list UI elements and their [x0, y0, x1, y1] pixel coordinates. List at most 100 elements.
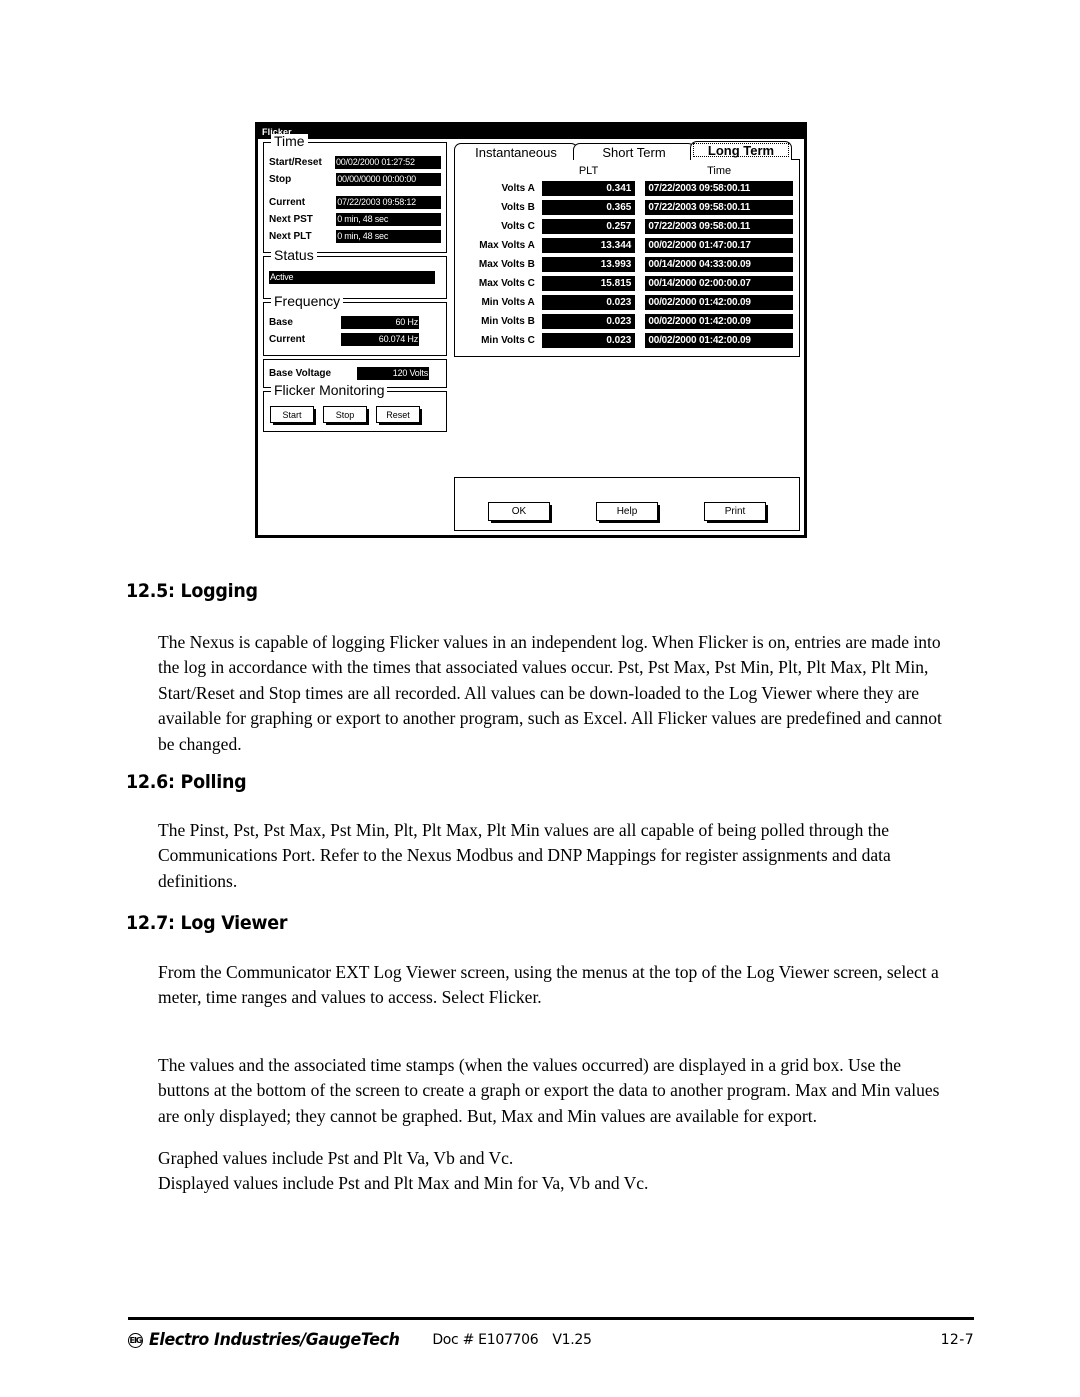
row-label: Volts A	[501, 183, 535, 194]
page-number: 12-7	[940, 1332, 974, 1348]
field-stop-time: Stop 00/00/0000 00:00:00	[269, 172, 441, 187]
row-time-value: 00/02/2000 01:47:00.17	[645, 238, 793, 253]
row-label: Min Volts B	[481, 316, 535, 327]
start-button[interactable]: Start	[270, 406, 316, 425]
next-pst-value: 0 min, 48 sec	[336, 213, 441, 226]
table-row: Volts C 0.257 07/22/2003 09:58:00.11	[461, 219, 793, 234]
time-group-legend: Time	[271, 134, 308, 148]
table-row: Min Volts C 0.023 00/02/2000 01:42:00.09	[461, 333, 793, 348]
base-voltage-value: 120 Volts	[357, 367, 429, 380]
tab-short-term[interactable]: Short Term	[573, 143, 695, 160]
frequency-group-legend: Frequency	[271, 294, 344, 308]
tab-instantaneous[interactable]: Instantaneous	[454, 143, 578, 160]
row-plt-value: 0.023	[541, 314, 636, 329]
base-voltage-label: Base Voltage	[269, 368, 332, 379]
field-base-frequency: Base 60 Hz	[269, 315, 441, 330]
document-version: V1.25	[552, 1332, 592, 1348]
field-next-pst: Next PST 0 min, 48 sec	[269, 212, 441, 227]
field-next-plt: Next PLT 0 min, 48 sec	[269, 229, 441, 244]
paragraph-polling: The Pinst, Pst, Pst Max, Pst Min, Plt, P…	[158, 820, 891, 891]
flicker-monitoring-legend: Flicker Monitoring	[271, 383, 388, 397]
heading-logging: 12.5: Logging	[126, 580, 258, 602]
eig-logo-icon: EIG	[128, 1332, 143, 1348]
grid-header-plt: PLT	[578, 165, 599, 177]
row-label: Max Volts B	[478, 259, 535, 270]
table-row: Max Volts B 13.993 00/14/2000 04:33:00.0…	[461, 257, 793, 272]
row-plt-value: 13.993	[541, 257, 636, 272]
field-current-frequency: Current 60.074 Hz	[269, 332, 441, 347]
ok-button[interactable]: OK	[488, 501, 552, 523]
heading-polling: 12.6: Polling	[126, 771, 247, 793]
row-plt-value: 15.815	[541, 276, 636, 291]
row-plt-value: 0.365	[541, 200, 636, 215]
current-time-value: 07/22/2003 09:58:12	[336, 196, 441, 209]
row-time-value: 00/02/2000 01:42:00.09	[645, 333, 793, 348]
help-button[interactable]: Help	[596, 501, 660, 523]
field-base-voltage: Base Voltage 120 Volts	[269, 366, 441, 381]
current-frequency-label: Current	[269, 334, 306, 345]
tab-strip: Instantaneous Short Term Long Term	[454, 141, 800, 160]
grid-header-time: Time	[707, 165, 732, 177]
row-label: Max Volts A	[479, 240, 535, 251]
paragraph-logging: The Nexus is capable of logging Flicker …	[158, 632, 942, 754]
page-footer: EIG Electro Industries/GaugeTech Doc # E…	[128, 1328, 974, 1352]
dialog-titlebar: Flicker	[258, 125, 804, 139]
manual-page: { "dialog": { "title": "Flicker", "time_…	[0, 0, 1080, 1397]
stop-time-value: 00/00/0000 00:00:00	[336, 173, 441, 186]
row-time-value: 07/22/2003 09:58:00.11	[645, 200, 793, 215]
heading-log-viewer: 12.7: Log Viewer	[126, 912, 288, 934]
table-row: Min Volts B 0.023 00/02/2000 01:42:00.09	[461, 314, 793, 329]
reset-button[interactable]: Reset	[376, 406, 422, 425]
row-time-value: 07/22/2003 09:58:00.11	[645, 181, 793, 196]
next-pst-label: Next PST	[269, 214, 313, 225]
next-plt-value: 0 min, 48 sec	[336, 230, 441, 243]
row-plt-value: 0.023	[541, 295, 636, 310]
row-time-value: 07/22/2003 09:58:00.11	[645, 219, 793, 234]
row-time-value: 00/14/2000 02:00:00.07	[645, 276, 793, 291]
grid-header-row: PLT Time	[461, 165, 793, 177]
status-value: Active	[269, 271, 435, 284]
start-reset-label: Start/Reset	[269, 157, 322, 168]
start-reset-value: 00/02/2000 01:27:52	[335, 156, 441, 169]
row-label: Min Volts A	[481, 297, 535, 308]
paragraph-log-viewer-2: The values and the associated time stamp…	[158, 1055, 940, 1126]
row-label: Min Volts C	[481, 335, 535, 346]
flicker-dialog-screenshot: Flicker Time Start/Reset 00/02/2000 01:2…	[255, 122, 807, 538]
row-time-value: 00/14/2000 04:33:00.09	[645, 257, 793, 272]
row-plt-value: 13.344	[541, 238, 636, 253]
row-time-value: 00/02/2000 01:42:00.09	[645, 314, 793, 329]
company-name: Electro Industries/GaugeTech	[149, 1330, 400, 1350]
table-row: Max Volts A 13.344 00/02/2000 01:47:00.1…	[461, 238, 793, 253]
tab-long-term-label: Long Term	[693, 143, 789, 158]
flicker-dialog: Flicker Time Start/Reset 00/02/2000 01:2…	[255, 122, 807, 538]
frequency-groupbox: Frequency Base 60 Hz Current 60.074 Hz	[263, 294, 447, 356]
base-frequency-value: 60 Hz	[341, 316, 419, 329]
row-label: Max Volts C	[478, 278, 535, 289]
row-plt-value: 0.023	[541, 333, 636, 348]
stop-time-label: Stop	[269, 174, 292, 185]
grid-header-blank	[461, 165, 542, 177]
next-plt-label: Next PLT	[269, 231, 312, 242]
table-row: Volts B 0.365 07/22/2003 09:58:00.11	[461, 200, 793, 215]
paragraph-log-viewer-3: Graphed values include Pst and Plt Va, V…	[158, 1148, 649, 1194]
paragraph-log-viewer-1: From the Communicator EXT Log Viewer scr…	[158, 962, 939, 1008]
row-label: Volts B	[501, 202, 535, 213]
footer-divider	[128, 1317, 974, 1320]
current-time-label: Current	[269, 197, 306, 208]
row-plt-value: 0.257	[541, 219, 636, 234]
print-button[interactable]: Print	[704, 501, 768, 523]
dialog-body: Time Start/Reset 00/02/2000 01:27:52 Sto…	[258, 134, 804, 535]
status-group-legend: Status	[271, 248, 317, 262]
row-label: Volts C	[501, 221, 535, 232]
long-term-panel: PLT Time Volts A 0.341 07/22/2003 09:58:…	[454, 159, 800, 357]
flicker-monitoring-groupbox: Flicker Monitoring Start Stop Reset	[263, 383, 447, 432]
base-frequency-label: Base	[269, 317, 293, 328]
table-row: Min Volts A 0.023 00/02/2000 01:42:00.09	[461, 295, 793, 310]
stop-button[interactable]: Stop	[323, 406, 369, 425]
dialog-action-bar: OK Help Print	[454, 477, 800, 531]
right-panel: Instantaneous Short Term Long Term PLT T…	[454, 141, 800, 357]
tab-long-term[interactable]: Long Term	[690, 141, 792, 160]
document-number: Doc # E107706	[432, 1332, 539, 1348]
field-start-reset: Start/Reset 00/02/2000 01:27:52	[269, 155, 441, 170]
left-panel: Time Start/Reset 00/02/2000 01:27:52 Sto…	[263, 134, 447, 435]
